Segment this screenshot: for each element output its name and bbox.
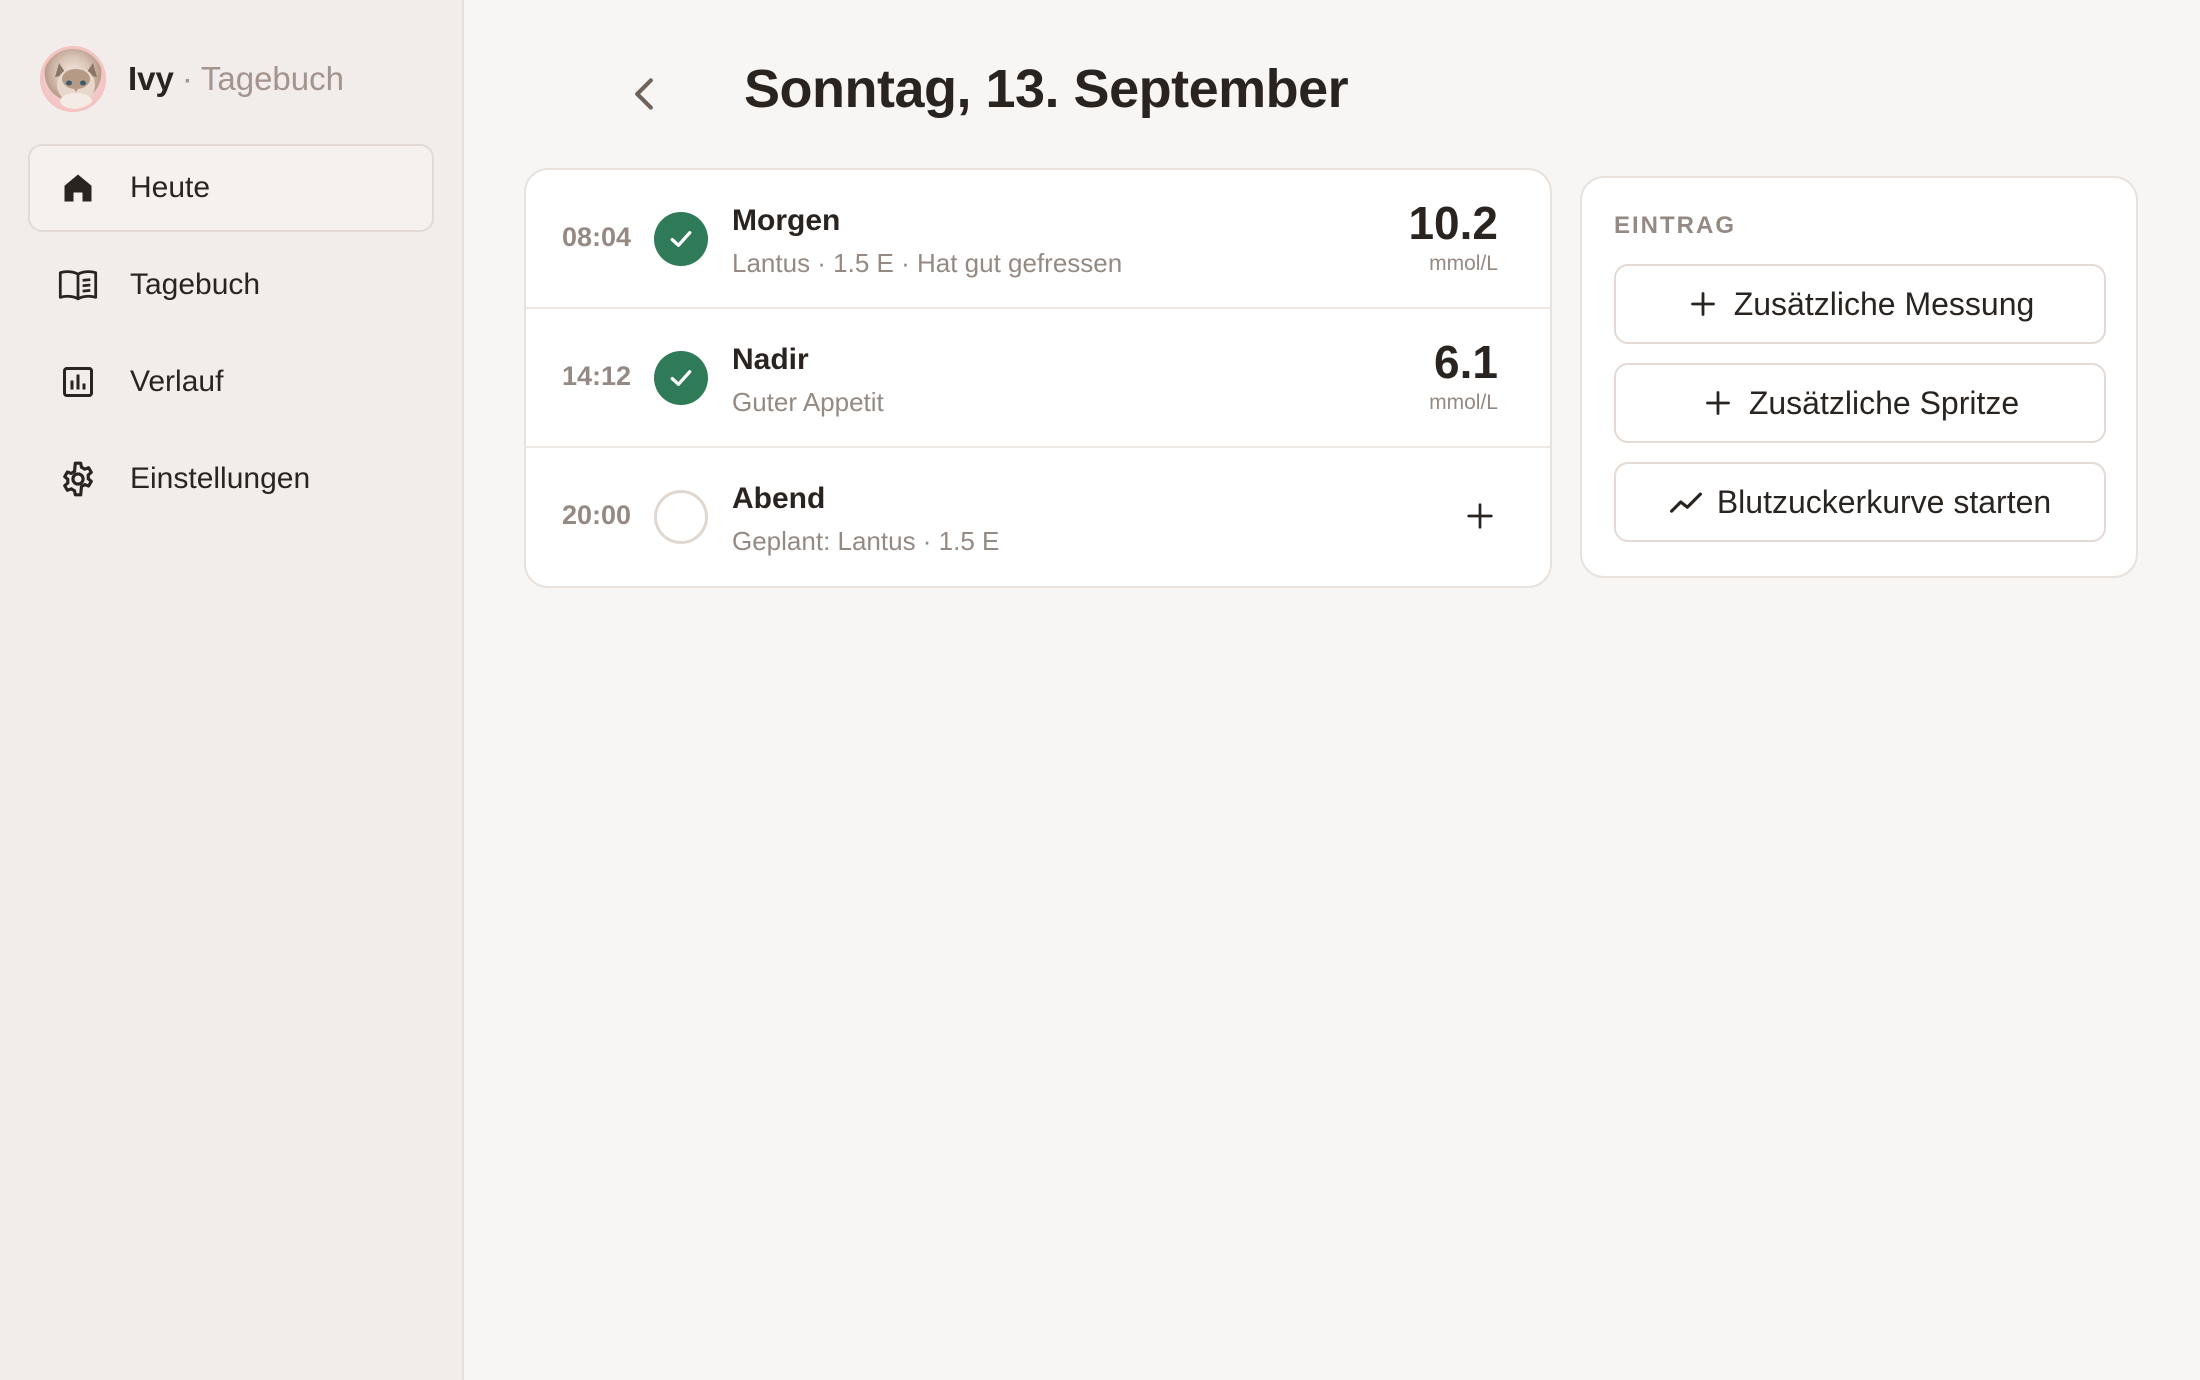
sidebar: Ivy · Tagebuch Heute Tagebuch Verlauf Ei… [0, 0, 464, 1380]
entry-unit: mmol/L [1429, 391, 1498, 414]
back-button[interactable] [622, 68, 666, 120]
sidebar-item-verlauf[interactable]: Verlauf [28, 338, 434, 426]
sidebar-item-label: Verlauf [130, 365, 224, 398]
panel-heading: EINTRAG [1614, 212, 1736, 239]
trend-icon [1669, 485, 1703, 519]
list-item[interactable]: 14:12 Nadir Guter Appetit 6.1 mmol/L [526, 309, 1550, 448]
list-item[interactable]: 20:00 Abend Geplant: Lantus · 1.5 E [526, 448, 1550, 586]
brand-separator: · [181, 60, 193, 97]
chevron-left-icon [635, 78, 653, 110]
home-icon [58, 168, 98, 208]
plus-icon [1686, 287, 1720, 321]
brand-name: Ivy [128, 60, 174, 97]
empty-circle-icon[interactable] [654, 490, 708, 544]
sidebar-item-label: Heute [130, 171, 211, 204]
add-measurement-button[interactable]: Zusätzliche Messung [1614, 264, 2106, 344]
sidebar-item-label: Einstellungen [130, 462, 311, 495]
entry-panel: EINTRAG Zusätzliche Messung Zusätzliche … [1580, 176, 2138, 578]
gear-icon [58, 459, 98, 499]
entry-time: 14:12 [562, 361, 632, 391]
entry-title: Abend [732, 482, 826, 515]
entry-value: 6.1 [1434, 336, 1498, 388]
entry-unit: mmol/L [1429, 252, 1498, 275]
add-entry-button[interactable] [1458, 494, 1502, 538]
entry-subtitle: Geplant: Lantus · 1.5 E [732, 526, 1000, 556]
entry-time: 08:04 [562, 222, 632, 252]
cat-icon [55, 63, 97, 109]
plus-icon [1467, 503, 1493, 529]
sidebar-item-tagebuch[interactable]: Tagebuch [28, 241, 434, 329]
button-label: Zusätzliche Spritze [1748, 384, 2020, 421]
brand-subtitle: Tagebuch [200, 60, 344, 97]
entry-title: Nadir [732, 343, 809, 376]
sidebar-item-heute[interactable]: Heute [28, 144, 434, 232]
check-icon[interactable] [654, 212, 708, 266]
book-icon [58, 265, 98, 305]
main-content: Sonntag, 13. September 08:04 Morgen Lant… [464, 0, 2200, 1380]
entry-title: Morgen [732, 204, 841, 237]
sidebar-item-label: Tagebuch [130, 268, 261, 301]
list-item[interactable]: 08:04 Morgen Lantus · 1.5 E · Hat gut ge… [526, 170, 1550, 309]
entry-subtitle: Guter Appetit [732, 387, 884, 417]
check-icon[interactable] [654, 351, 708, 405]
entry-value: 10.2 [1408, 197, 1498, 249]
entry-subtitle: Lantus · 1.5 E · Hat gut gefressen [732, 248, 1123, 278]
brand: Ivy · Tagebuch [28, 0, 434, 158]
app: Ivy · Tagebuch Heute Tagebuch Verlauf Ei… [0, 0, 2200, 1380]
sidebar-nav: Heute Tagebuch Verlauf Einstellungen [28, 144, 434, 523]
button-label: Blutzuckerkurve starten [1716, 483, 2052, 520]
start-curve-button[interactable]: Blutzuckerkurve starten [1614, 462, 2106, 542]
plus-icon [1701, 386, 1735, 420]
add-injection-button[interactable]: Zusätzliche Spritze [1614, 363, 2106, 443]
entry-time: 20:00 [562, 500, 632, 530]
button-label: Zusätzliche Messung [1733, 285, 2035, 322]
header: Sonntag, 13. September [464, 0, 2200, 190]
avatar[interactable] [40, 46, 106, 112]
chart-icon [58, 362, 98, 402]
page-title: Sonntag, 13. September [744, 59, 1349, 119]
entries-card: 08:04 Morgen Lantus · 1.5 E · Hat gut ge… [524, 168, 1552, 588]
sidebar-item-einstellungen[interactable]: Einstellungen [28, 435, 434, 523]
